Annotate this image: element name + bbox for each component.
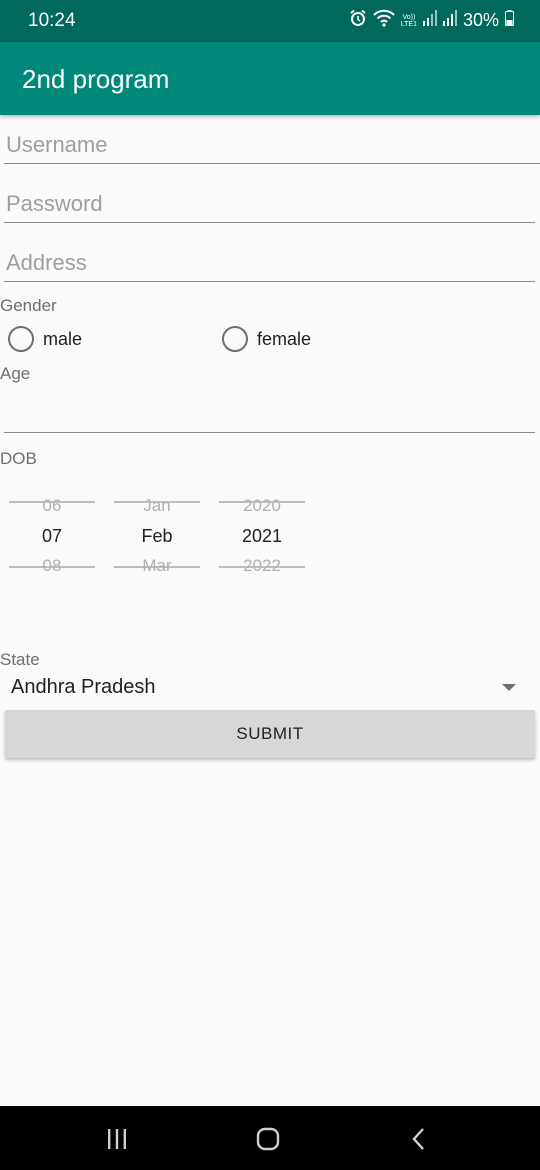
radio-male[interactable]: male: [8, 326, 82, 352]
day-divider-top: [9, 501, 95, 503]
battery-icon: [505, 10, 514, 31]
day-picker[interactable]: 06 07 08: [9, 490, 95, 582]
state-spinner[interactable]: Andhra Pradesh: [0, 668, 540, 708]
radio-male-label[interactable]: male: [43, 329, 82, 350]
gender-label: Gender: [0, 296, 57, 315]
day-selected[interactable]: 07: [9, 526, 95, 547]
month-picker[interactable]: Jan Feb Mar: [114, 490, 200, 582]
signal-icon: [422, 10, 437, 31]
alarm-icon: [349, 9, 367, 32]
age-input[interactable]: [4, 385, 535, 432]
submit-button[interactable]: SUBMIT: [5, 710, 535, 758]
status-bar: 10:24 Vo)) LTE1 30%: [0, 0, 540, 42]
radio-female-circle[interactable]: [222, 326, 248, 352]
nav-bar: [0, 1106, 540, 1170]
volte-indicator: Vo)) LTE1: [400, 13, 417, 28]
address-field[interactable]: [4, 234, 535, 282]
status-icons: Vo)) LTE1 30%: [349, 9, 514, 32]
app-title: 2nd program: [22, 64, 170, 94]
month-prev[interactable]: Jan: [114, 496, 200, 516]
back-icon[interactable]: [399, 1124, 439, 1154]
app-bar: 2nd program: [0, 42, 540, 115]
year-prev[interactable]: 2020: [219, 496, 305, 516]
battery-percent: 30%: [462, 10, 499, 30]
password-input[interactable]: [4, 175, 535, 222]
year-divider-top: [219, 501, 305, 503]
dob-label: DOB: [0, 449, 37, 468]
recents-icon[interactable]: [97, 1124, 137, 1154]
year-picker[interactable]: 2020 2021 2022: [219, 490, 305, 582]
year-next[interactable]: 2022: [219, 556, 305, 576]
month-next[interactable]: Mar: [114, 556, 200, 576]
radio-female-label[interactable]: female: [257, 329, 311, 350]
password-field[interactable]: [4, 175, 535, 223]
month-divider-top: [114, 501, 200, 503]
status-time: 10:24: [28, 10, 76, 31]
dropdown-arrow-icon[interactable]: [502, 684, 516, 691]
year-selected[interactable]: 2021: [219, 526, 305, 547]
age-field[interactable]: [4, 385, 535, 433]
home-icon[interactable]: [248, 1124, 288, 1154]
state-label: State: [0, 650, 40, 669]
state-selected-value[interactable]: Andhra Pradesh: [11, 676, 156, 699]
wifi-icon: [373, 9, 395, 32]
radio-male-circle[interactable]: [8, 326, 34, 352]
username-field[interactable]: [4, 116, 540, 164]
day-next[interactable]: 08: [9, 556, 95, 576]
month-selected[interactable]: Feb: [114, 526, 200, 547]
address-input[interactable]: [4, 234, 535, 281]
age-label: Age: [0, 364, 31, 383]
signal-icon-2: [442, 10, 457, 31]
username-input[interactable]: [4, 116, 540, 163]
day-prev[interactable]: 06: [9, 496, 95, 516]
radio-female[interactable]: female: [222, 326, 311, 352]
